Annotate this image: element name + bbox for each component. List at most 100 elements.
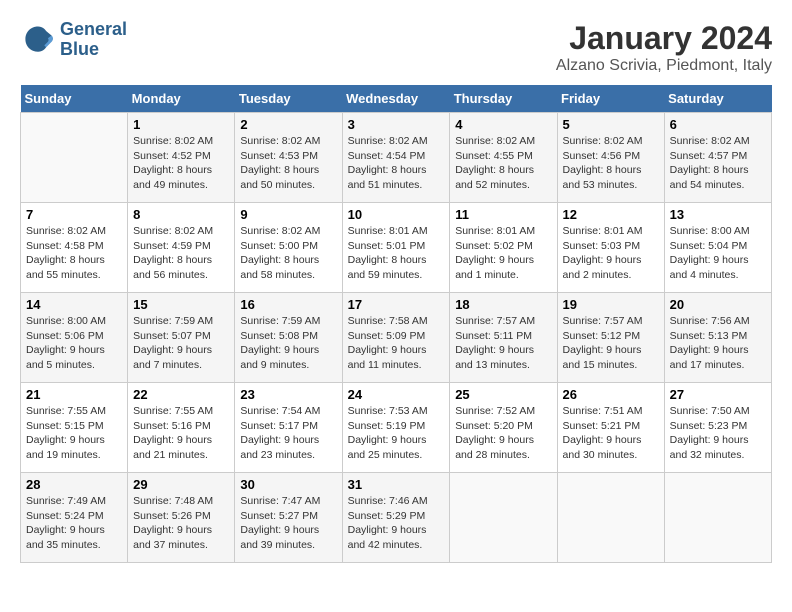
calendar-cell: 22 Sunrise: 7:55 AMSunset: 5:16 PMDayligh… xyxy=(128,383,235,473)
day-info: Sunrise: 8:02 AMSunset: 5:00 PMDaylight:… xyxy=(240,224,336,283)
day-number: 29 xyxy=(133,477,229,492)
logo-text: General Blue xyxy=(60,20,127,60)
calendar-cell: 26Sunrise: 7:51 AMSunset: 5:21 PMDayligh… xyxy=(557,383,664,473)
day-number: 18 xyxy=(455,297,551,312)
day-number: 10 xyxy=(348,207,445,222)
day-info: Sunrise: 7:54 AMSunset: 5:17 PMDaylight:… xyxy=(240,404,336,463)
day-number: 8 xyxy=(133,207,229,222)
calendar-cell: 21 Sunrise: 7:55 AMSunset: 5:15 PMDayligh… xyxy=(21,383,128,473)
day-number: 31 xyxy=(348,477,445,492)
day-info: Sunrise: 8:01 AMSunset: 5:02 PMDaylight:… xyxy=(455,224,551,283)
weekday-header-wednesday: Wednesday xyxy=(342,85,450,113)
day-number: 15 xyxy=(133,297,229,312)
day-info: Sunrise: 7:50 AMSunset: 5:23 PMDaylight:… xyxy=(670,404,766,463)
day-info: Sunrise: 7:52 AMSunset: 5:20 PMDaylight:… xyxy=(455,404,551,463)
day-info: Sunrise: 8:01 AMSunset: 5:01 PMDaylight:… xyxy=(348,224,445,283)
calendar-cell: 28 Sunrise: 7:49 AMSunset: 5:24 PMDayligh… xyxy=(21,473,128,563)
page-header: General Blue January 2024 Alzano Scrivia… xyxy=(20,20,772,75)
calendar-cell xyxy=(21,113,128,203)
day-number: 30 xyxy=(240,477,336,492)
calendar-cell: 27 Sunrise: 7:50 AMSunset: 5:23 PMDayligh… xyxy=(664,383,771,473)
calendar-cell: 12Sunrise: 8:01 AMSunset: 5:03 PMDayligh… xyxy=(557,203,664,293)
day-info: Sunrise: 7:49 AMSunset: 5:24 PMDaylight:… xyxy=(26,494,122,553)
day-info: Sunrise: 7:58 AMSunset: 5:09 PMDaylight:… xyxy=(348,314,445,373)
title-block: January 2024 Alzano Scrivia, Piedmont, I… xyxy=(556,20,772,75)
calendar-cell: 15Sunrise: 7:59 AMSunset: 5:07 PMDayligh… xyxy=(128,293,235,383)
calendar-cell: 8 Sunrise: 8:02 AMSunset: 4:59 PMDaylight… xyxy=(128,203,235,293)
day-number: 25 xyxy=(455,387,551,402)
day-info: Sunrise: 7:55 AMSunset: 5:15 PMDaylight:… xyxy=(26,404,122,463)
calendar-cell: 11 Sunrise: 8:01 AMSunset: 5:02 PMDayligh… xyxy=(450,203,557,293)
day-number: 19 xyxy=(563,297,659,312)
day-info: Sunrise: 7:53 AMSunset: 5:19 PMDaylight:… xyxy=(348,404,445,463)
day-number: 7 xyxy=(26,207,122,222)
day-info: Sunrise: 8:02 AMSunset: 4:58 PMDaylight:… xyxy=(26,224,122,283)
day-info: Sunrise: 7:48 AMSunset: 5:26 PMDaylight:… xyxy=(133,494,229,553)
day-number: 24 xyxy=(348,387,445,402)
day-number: 23 xyxy=(240,387,336,402)
day-number: 27 xyxy=(670,387,766,402)
day-number: 11 xyxy=(455,207,551,222)
day-info: Sunrise: 8:02 AMSunset: 4:54 PMDaylight:… xyxy=(348,134,445,193)
calendar-cell: 7 Sunrise: 8:02 AMSunset: 4:58 PMDaylight… xyxy=(21,203,128,293)
calendar-cell: 25 Sunrise: 7:52 AMSunset: 5:20 PMDayligh… xyxy=(450,383,557,473)
day-info: Sunrise: 8:02 AMSunset: 4:57 PMDaylight:… xyxy=(670,134,766,193)
day-info: Sunrise: 7:47 AMSunset: 5:27 PMDaylight:… xyxy=(240,494,336,553)
day-number: 3 xyxy=(348,117,445,132)
calendar-cell: 19 Sunrise: 7:57 AMSunset: 5:12 PMDayligh… xyxy=(557,293,664,383)
logo-icon xyxy=(20,22,56,58)
day-info: Sunrise: 8:02 AMSunset: 4:59 PMDaylight:… xyxy=(133,224,229,283)
day-info: Sunrise: 8:00 AMSunset: 5:04 PMDaylight:… xyxy=(670,224,766,283)
day-number: 17 xyxy=(348,297,445,312)
location: Alzano Scrivia, Piedmont, Italy xyxy=(556,57,772,75)
day-number: 13 xyxy=(670,207,766,222)
calendar-cell xyxy=(557,473,664,563)
weekday-header-thursday: Thursday xyxy=(450,85,557,113)
calendar-cell: 29 Sunrise: 7:48 AMSunset: 5:26 PMDayligh… xyxy=(128,473,235,563)
calendar-week-4: 21 Sunrise: 7:55 AMSunset: 5:15 PMDayligh… xyxy=(21,383,772,473)
day-info: Sunrise: 7:51 AMSunset: 5:21 PMDaylight:… xyxy=(563,404,659,463)
calendar-table: SundayMondayTuesdayWednesdayThursdayFrid… xyxy=(20,85,772,563)
calendar-cell: 6 Sunrise: 8:02 AMSunset: 4:57 PMDaylight… xyxy=(664,113,771,203)
day-info: Sunrise: 8:02 AMSunset: 4:53 PMDaylight:… xyxy=(240,134,336,193)
weekday-header-friday: Friday xyxy=(557,85,664,113)
weekday-header-saturday: Saturday xyxy=(664,85,771,113)
weekday-header-sunday: Sunday xyxy=(21,85,128,113)
calendar-cell: 13 Sunrise: 8:00 AMSunset: 5:04 PMDayligh… xyxy=(664,203,771,293)
day-info: Sunrise: 7:55 AMSunset: 5:16 PMDaylight:… xyxy=(133,404,229,463)
day-info: Sunrise: 8:02 AMSunset: 4:55 PMDaylight:… xyxy=(455,134,551,193)
calendar-cell: 3 Sunrise: 8:02 AMSunset: 4:54 PMDaylight… xyxy=(342,113,450,203)
calendar-cell: 23 Sunrise: 7:54 AMSunset: 5:17 PMDayligh… xyxy=(235,383,342,473)
day-number: 16 xyxy=(240,297,336,312)
calendar-cell xyxy=(664,473,771,563)
weekday-header-tuesday: Tuesday xyxy=(235,85,342,113)
logo: General Blue xyxy=(20,20,127,60)
day-number: 20 xyxy=(670,297,766,312)
calendar-cell: 30 Sunrise: 7:47 AMSunset: 5:27 PMDayligh… xyxy=(235,473,342,563)
calendar-cell: 14Sunrise: 8:00 AMSunset: 5:06 PMDayligh… xyxy=(21,293,128,383)
month-title: January 2024 xyxy=(556,20,772,57)
day-info: Sunrise: 7:59 AMSunset: 5:08 PMDaylight:… xyxy=(240,314,336,373)
day-info: Sunrise: 7:57 AMSunset: 5:12 PMDaylight:… xyxy=(563,314,659,373)
day-info: Sunrise: 8:00 AMSunset: 5:06 PMDaylight:… xyxy=(26,314,122,373)
day-number: 1 xyxy=(133,117,229,132)
day-info: Sunrise: 8:02 AMSunset: 4:56 PMDaylight:… xyxy=(563,134,659,193)
calendar-week-5: 28 Sunrise: 7:49 AMSunset: 5:24 PMDayligh… xyxy=(21,473,772,563)
calendar-cell: 9Sunrise: 8:02 AMSunset: 5:00 PMDaylight… xyxy=(235,203,342,293)
day-info: Sunrise: 7:56 AMSunset: 5:13 PMDaylight:… xyxy=(670,314,766,373)
calendar-cell: 24 Sunrise: 7:53 AMSunset: 5:19 PMDayligh… xyxy=(342,383,450,473)
calendar-cell: 16 Sunrise: 7:59 AMSunset: 5:08 PMDayligh… xyxy=(235,293,342,383)
day-number: 28 xyxy=(26,477,122,492)
calendar-cell xyxy=(450,473,557,563)
day-number: 12 xyxy=(563,207,659,222)
day-number: 21 xyxy=(26,387,122,402)
calendar-week-2: 7 Sunrise: 8:02 AMSunset: 4:58 PMDaylight… xyxy=(21,203,772,293)
calendar-cell: 4 Sunrise: 8:02 AMSunset: 4:55 PMDaylight… xyxy=(450,113,557,203)
day-number: 22 xyxy=(133,387,229,402)
calendar-cell: 20 Sunrise: 7:56 AMSunset: 5:13 PMDayligh… xyxy=(664,293,771,383)
day-number: 4 xyxy=(455,117,551,132)
calendar-cell: 18Sunrise: 7:57 AMSunset: 5:11 PMDayligh… xyxy=(450,293,557,383)
day-info: Sunrise: 8:02 AMSunset: 4:52 PMDaylight:… xyxy=(133,134,229,193)
calendar-week-1: 1 Sunrise: 8:02 AMSunset: 4:52 PMDaylight… xyxy=(21,113,772,203)
day-number: 6 xyxy=(670,117,766,132)
